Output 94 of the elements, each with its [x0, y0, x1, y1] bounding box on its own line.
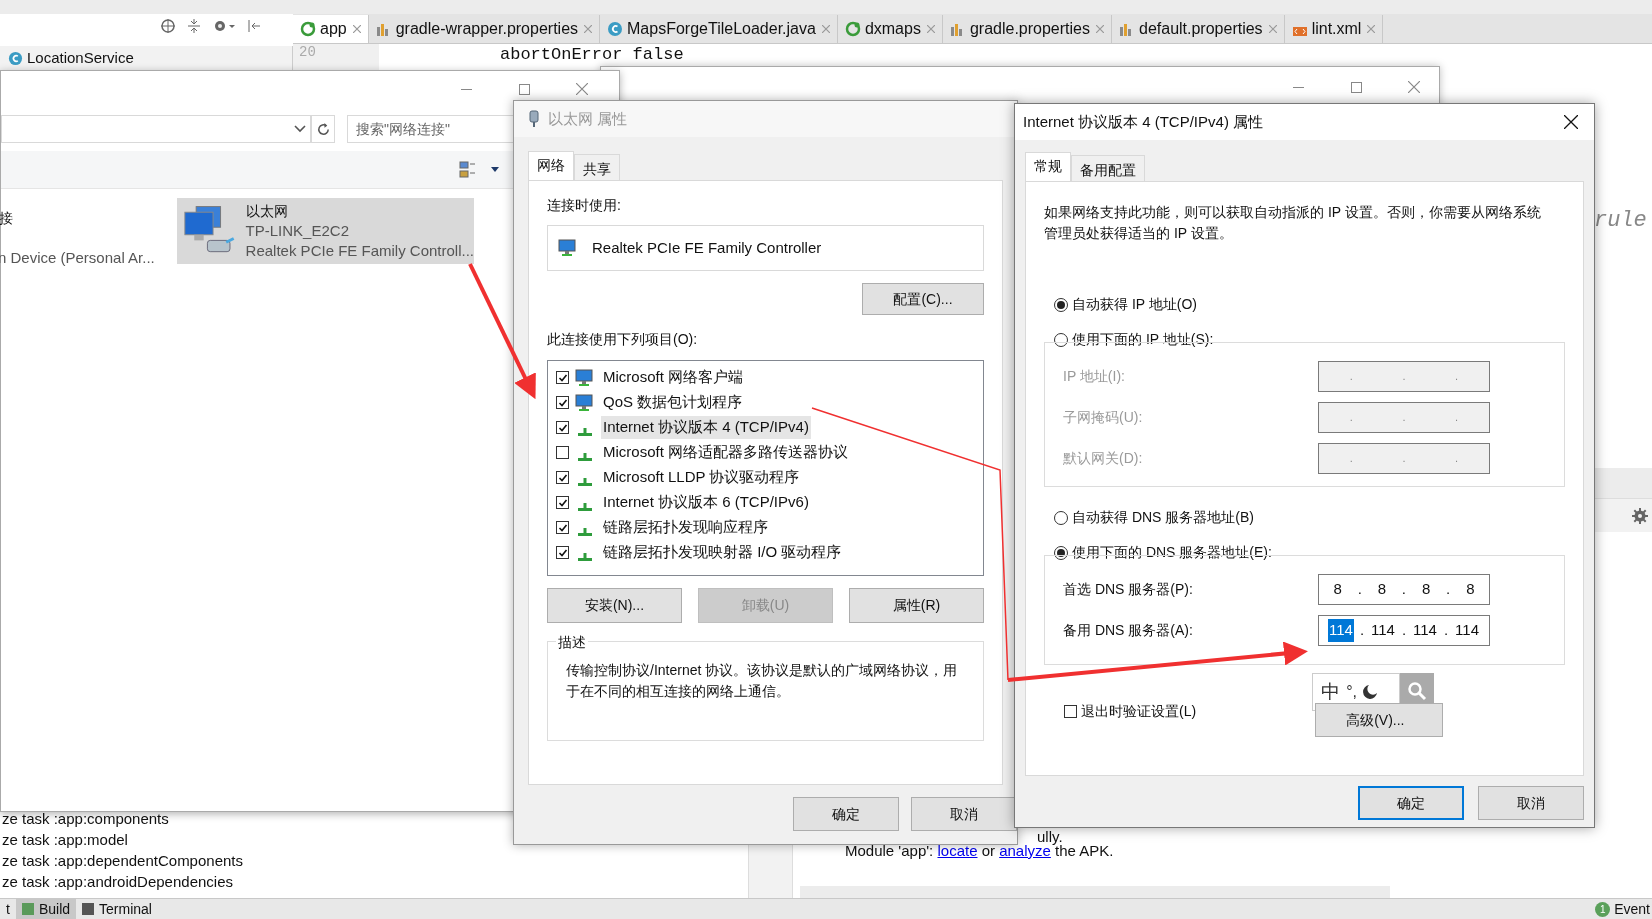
action-button[interactable]: 属性(R) — [849, 588, 984, 623]
list-item[interactable]: 链路层拓扑发现响应程序 — [601, 516, 770, 539]
dropdown-icon — [294, 125, 306, 133]
module-icon — [300, 21, 316, 37]
ok-button[interactable]: 确定 — [793, 797, 899, 831]
code-text: rule — [1594, 207, 1647, 235]
section-label: 连接时使用: — [547, 196, 622, 215]
radio-label: 自动获得 DNS 服务器地址(B) — [1072, 507, 1254, 528]
dropdown-icon[interactable] — [491, 166, 499, 173]
build-icon — [21, 903, 34, 915]
close-icon[interactable] — [1564, 115, 1578, 129]
section-label: 此连接使用下列项目(O): — [547, 330, 699, 349]
editor-tab[interactable]: app — [293, 15, 369, 43]
radio-label: 自动获得 IP 地址(O) — [1072, 294, 1197, 315]
monitor-icon — [575, 393, 595, 412]
radio-button[interactable] — [1054, 510, 1068, 525]
log-line: ze task :app:model — [1, 830, 129, 850]
tool-window-tab[interactable]: Event — [1614, 898, 1650, 919]
checkbox[interactable] — [556, 371, 569, 384]
field-label: 默认网关(D): — [1063, 449, 1144, 468]
checkbox[interactable] — [556, 546, 569, 559]
settings-icon[interactable] — [1632, 507, 1648, 524]
checkbox-label: 退出时验证设置(L) — [1081, 702, 1197, 721]
items-list[interactable]: Microsoft 网络客户端 QoS 数据包计划程序 Internet 协议版本 4 (TCP/IPv4) Microsoft 网络适配器多路传送器协议 Microsoft LLDP 协议驱动程序 Internet 协议版本 6 (TCP/IPv6) 链路层拓扑发现响应程序 链路层拓扑发现映射器 I/O 驱动程序 — [547, 360, 984, 576]
checkbox[interactable] — [1064, 705, 1077, 718]
dialog-tab[interactable]: 共享 — [574, 154, 620, 180]
field-label: 首选 DNS 服务器(P): — [1063, 580, 1194, 599]
checkbox[interactable] — [556, 396, 569, 409]
dialog-tab[interactable]: 常规 — [1025, 152, 1071, 182]
cancel-button[interactable]: 取消 — [1478, 786, 1584, 820]
ip-address-field[interactable]: 114 . 114 . 114 . 114 — [1318, 615, 1490, 646]
protocol-icon — [578, 552, 592, 561]
refresh-icon — [315, 121, 331, 137]
tool-window-tab[interactable]: Terminal — [76, 898, 158, 919]
list-item[interactable]: Microsoft 网络客户端 — [601, 366, 745, 389]
field-label: 备用 DNS 服务器(A): — [1063, 621, 1194, 640]
info-text: ully. — [1037, 829, 1063, 845]
module-icon — [844, 21, 861, 37]
tool-window-tab[interactable]: Build — [15, 898, 77, 919]
network-adapter-icon — [528, 110, 540, 128]
advanced-button[interactable]: 高级(V)... — [1315, 703, 1444, 737]
intro-text: 如果网络支持此功能，则可以获取自动指派的 IP 设置。否则，你需要从网络系统管理员处获得适当的 IP 设置。 — [1044, 203, 1542, 243]
list-item[interactable]: Microsoft LLDP 协议驱动程序 — [601, 466, 802, 489]
dialog-tab[interactable]: 网络 — [528, 151, 574, 181]
monitor-icon — [558, 239, 578, 257]
list-item[interactable]: Microsoft 网络适配器多路传送器协议 — [601, 441, 850, 464]
list-item[interactable]: Internet 协议版本 6 (TCP/IPv6) — [601, 491, 811, 514]
log-line: ze task :app:components — [1, 809, 170, 829]
field-label: 子网掩码(U): — [1063, 408, 1144, 427]
protocol-icon — [578, 427, 592, 436]
protocol-icon — [578, 452, 592, 461]
description-text: 传输控制协议/Internet 协议。该协议是默认的广域网络协议，用于在不同的相互连接的网络上通信。 — [566, 661, 959, 701]
field-label: IP 地址(I): — [1063, 367, 1126, 386]
list-item[interactable]: 链路层拓扑发现映射器 I/O 驱动程序 — [601, 541, 844, 564]
settings-icon[interactable] — [212, 18, 236, 34]
monitor-icon — [575, 368, 595, 387]
checkbox[interactable] — [556, 471, 569, 484]
locate-link[interactable]: locate — [937, 842, 978, 859]
collapse-icon[interactable] — [186, 18, 202, 34]
radio-button[interactable] — [1054, 297, 1068, 312]
list-item[interactable]: QoS 数据包计划程序 — [601, 391, 745, 414]
protocol-icon — [578, 527, 592, 536]
line-number: 20 — [298, 44, 317, 60]
ok-button[interactable]: 确定 — [1358, 786, 1464, 820]
checkbox[interactable] — [556, 446, 569, 459]
view-icon[interactable] — [459, 160, 477, 179]
connection-item[interactable]: 以太网 TP-LINK_E2C2 Realtek PCIe FE Family Controll... — [177, 198, 474, 264]
checkbox[interactable] — [556, 421, 569, 434]
class-icon — [8, 50, 23, 66]
log-line: ze task :app:dependentComponents — [1, 851, 244, 871]
log-line: ze task :app:androidDependencies — [1, 872, 234, 892]
list-item[interactable]: Internet 协议版本 4 (TCP/IPv4) — [601, 416, 811, 439]
checkbox[interactable] — [556, 496, 569, 509]
tool-window-tab[interactable]: t — [0, 898, 16, 919]
pin-icon[interactable] — [246, 18, 262, 34]
dialog-tab[interactable]: 备用配置 — [1071, 155, 1145, 181]
protocol-icon — [578, 477, 592, 486]
window-title: Internet 协议版本 4 (TCP/IPv4) 属性 — [1023, 111, 1264, 132]
refresh-button[interactable] — [311, 115, 335, 143]
ip-address-field[interactable]: 8 . 8 . 8 . 8 — [1318, 574, 1490, 605]
action-button[interactable]: 安装(N)... — [547, 588, 682, 623]
code-line: abortOnError false — [500, 45, 684, 65]
count-badge: 1 — [1595, 901, 1611, 917]
protocol-icon — [578, 502, 592, 511]
cancel-button[interactable]: 取消 — [911, 797, 1017, 831]
class-icon — [607, 21, 624, 37]
terminal-icon — [82, 903, 95, 915]
configure-button[interactable]: 配置(C)... — [862, 283, 984, 315]
target-icon[interactable] — [160, 18, 176, 34]
adapter-box: Realtek PCIe FE Family Controller — [547, 225, 984, 271]
checkbox[interactable] — [556, 521, 569, 534]
search-icon — [1407, 681, 1428, 701]
analyze-link[interactable]: analyze — [999, 842, 1051, 859]
moon-icon — [1362, 685, 1377, 699]
